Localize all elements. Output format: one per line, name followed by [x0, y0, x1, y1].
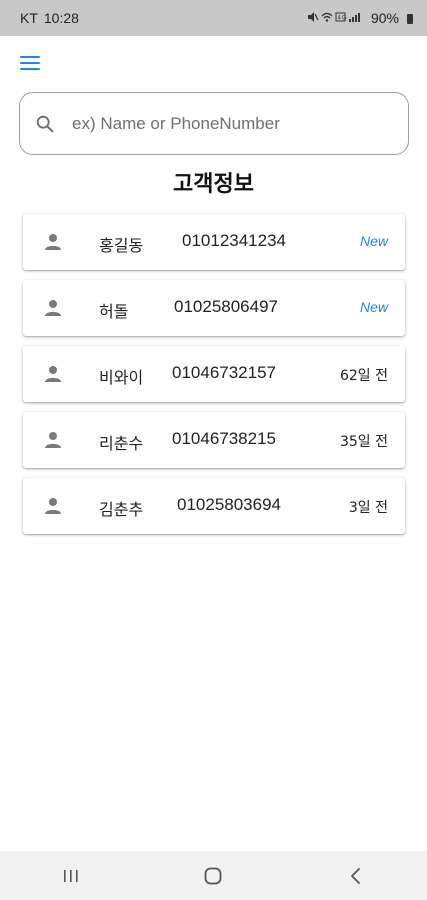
search-bar[interactable] — [19, 92, 409, 155]
status-badge: 35일 전 — [339, 434, 388, 450]
home-icon — [205, 867, 222, 884]
recent-apps-icon — [64, 869, 78, 882]
person-icon — [45, 234, 61, 250]
status-icons-svg: 4G — [307, 11, 360, 22]
status-bar: KT 10:28 4G 90% — [0, 0, 427, 36]
status-right: 4G 90% — [307, 10, 413, 26]
customer-name: 허돌 — [99, 302, 129, 321]
mute-icon — [307, 11, 319, 22]
clock: 10:28 — [43, 10, 79, 26]
customer-phone: 01012341234 — [182, 231, 287, 250]
status-badge: New — [359, 299, 388, 315]
customer-card[interactable]: 리춘수 01046738215 35일 전 — [23, 412, 405, 468]
customer-name: 홍길동 — [99, 236, 144, 255]
person-icon — [45, 366, 61, 382]
search-icon — [36, 115, 54, 132]
customer-phone: 01025803694 — [177, 495, 282, 514]
hamburger-menu-icon[interactable] — [20, 56, 40, 72]
signal-icon — [348, 12, 360, 22]
status-badge: 62일 전 — [339, 368, 388, 384]
back-icon — [350, 867, 360, 884]
customer-name: 리춘수 — [99, 434, 144, 453]
recent-apps-button[interactable] — [41, 856, 101, 896]
wifi-icon — [321, 12, 333, 22]
battery-icon — [407, 14, 413, 24]
carrier-label: KT — [20, 10, 38, 26]
person-icon — [45, 432, 61, 448]
customer-card[interactable]: 비와이 01046732157 62일 전 — [23, 346, 405, 402]
navigation-bar — [0, 851, 427, 900]
svg-text:4G: 4G — [337, 15, 347, 21]
status-badge: 3일 전 — [348, 500, 388, 516]
home-button[interactable] — [183, 856, 243, 896]
status-indicators: 4G — [307, 11, 365, 26]
battery-percent: 90% — [370, 10, 399, 26]
screen: KT 10:28 4G 90% ex) Name or PhoneNumber … — [0, 0, 427, 900]
status-left: KT 10:28 — [20, 10, 79, 26]
customer-name: 비와이 — [99, 368, 144, 387]
back-button[interactable] — [326, 856, 386, 896]
person-icon — [45, 498, 61, 514]
customer-phone: 01046738215 — [172, 429, 277, 448]
customer-card[interactable]: 홍길동 01012341234 New — [23, 214, 405, 270]
customer-phone: 01046732157 — [172, 363, 277, 382]
customer-list: 홍길동 01012341234 New 허돌 01025806497 New 비… — [23, 214, 405, 544]
status-badge: New — [359, 233, 388, 249]
customer-card[interactable]: 허돌 01025806497 New — [23, 280, 405, 336]
lte-icon: 4G — [335, 12, 347, 21]
page-title: 고객정보 — [173, 172, 254, 197]
customer-card[interactable]: 김춘추 01025803694 3일 전 — [23, 478, 405, 534]
person-icon — [45, 300, 61, 316]
customer-name: 김춘추 — [99, 500, 144, 519]
search-input[interactable] — [70, 102, 408, 145]
customer-phone: 01025806497 — [174, 297, 279, 316]
